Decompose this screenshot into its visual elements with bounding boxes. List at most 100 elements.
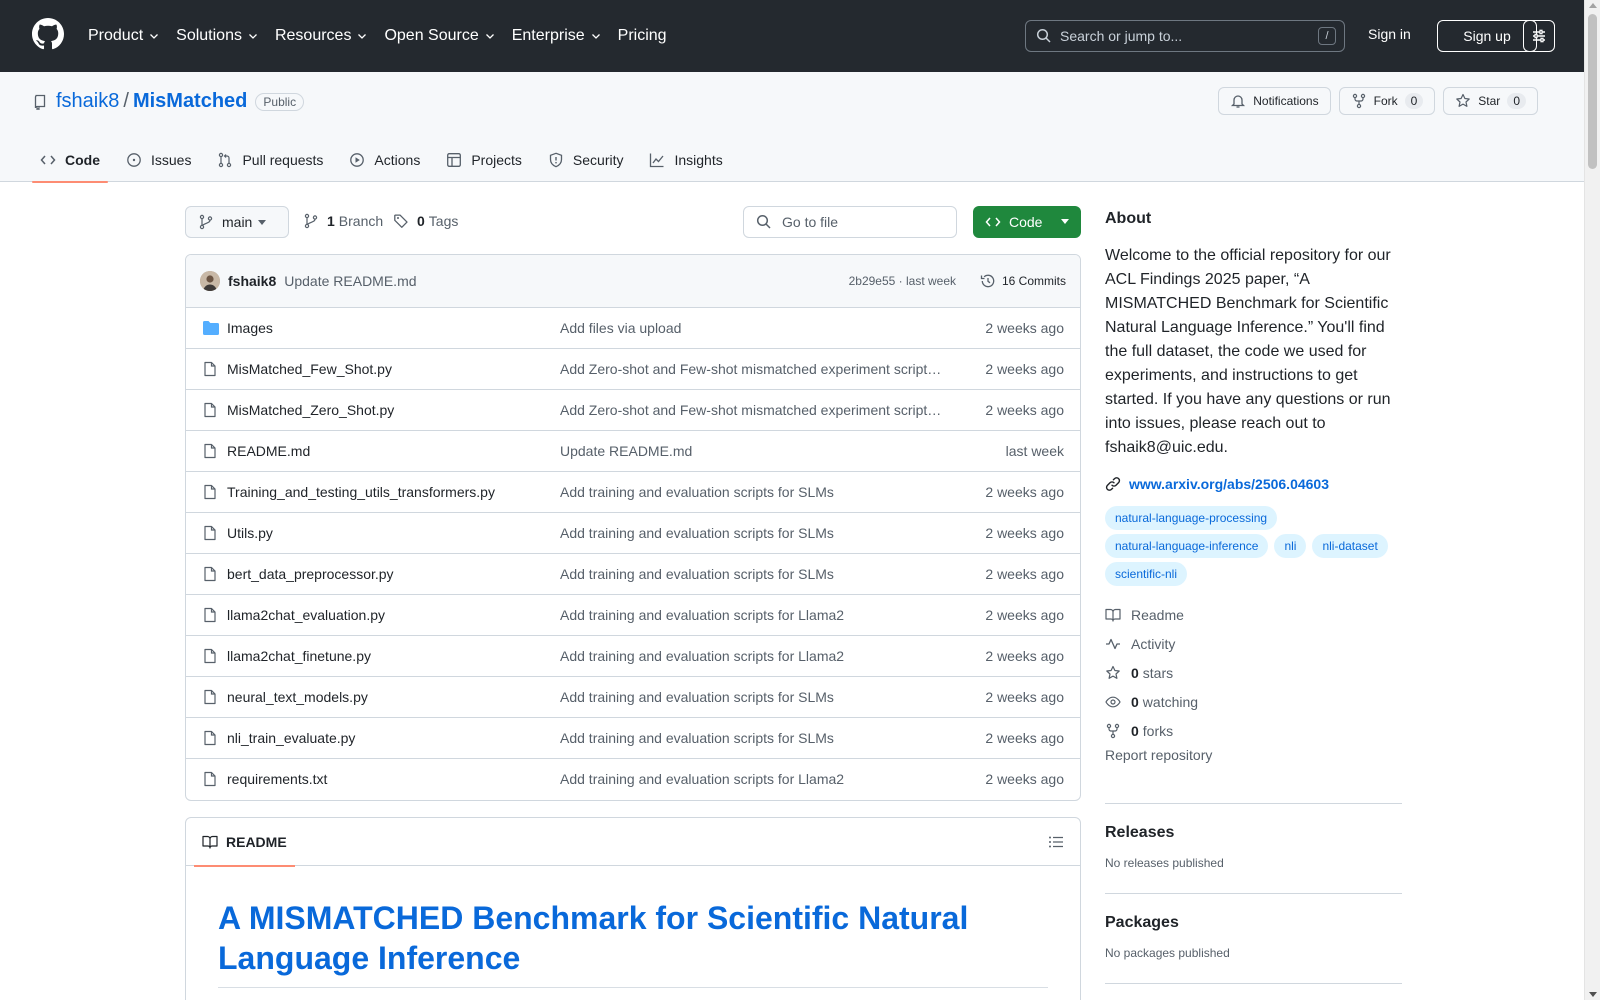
topic-tag[interactable]: nli-dataset: [1312, 534, 1388, 558]
file-row-images[interactable]: Images Add files via upload 2 weeks ago: [186, 308, 1080, 349]
file-commit-message[interactable]: Add training and evaluation scripts for …: [560, 648, 946, 664]
nav-product[interactable]: Product: [88, 22, 160, 50]
repo-name-link[interactable]: MisMatched: [133, 90, 247, 113]
releases-heading[interactable]: Releases: [1105, 824, 1402, 842]
tab-label: Insights: [674, 152, 723, 168]
file-row[interactable]: neural_text_models.py Add training and e…: [186, 677, 1080, 718]
fork-count: 0: [1404, 93, 1424, 109]
tab-actions[interactable]: Actions: [341, 138, 428, 182]
appearance-settings-button[interactable]: [1523, 20, 1555, 52]
file-name-link[interactable]: README.md: [227, 443, 310, 459]
file-name-link[interactable]: neural_text_models.py: [227, 689, 368, 705]
stars-link[interactable]: 0 stars: [1105, 658, 1402, 687]
avatar[interactable]: [200, 271, 220, 291]
watchers-link[interactable]: 0 watching: [1105, 687, 1402, 716]
file-commit-message[interactable]: Add training and evaluation scripts for …: [560, 607, 946, 623]
scrollbar-thumb[interactable]: [1588, 14, 1597, 169]
file-commit-message[interactable]: Add training and evaluation scripts for …: [560, 566, 946, 582]
file-row[interactable]: nli_train_evaluate.py Add training and e…: [186, 718, 1080, 759]
scroll-up-arrow-icon[interactable]: [1589, 3, 1597, 8]
readme-heading[interactable]: A MISMATCHED Benchmark for Scientific Na…: [218, 898, 1048, 978]
file-name-link[interactable]: requirements.txt: [227, 771, 327, 787]
scroll-down-arrow-icon[interactable]: [1589, 992, 1597, 997]
nav-solutions[interactable]: Solutions: [176, 22, 259, 50]
nav-resources[interactable]: Resources: [275, 22, 368, 50]
file-row[interactable]: requirements.txt Add training and evalua…: [186, 759, 1080, 800]
file-name-link[interactable]: Utils.py: [227, 525, 273, 541]
tab-pull-requests[interactable]: Pull requests: [209, 138, 331, 182]
file-name-link[interactable]: llama2chat_evaluation.py: [227, 607, 385, 623]
commit-author-link[interactable]: fshaik8: [228, 273, 276, 289]
tab-security[interactable]: Security: [540, 138, 632, 182]
search-input[interactable]: Search or jump to... /: [1025, 20, 1345, 52]
file-commit-message[interactable]: Add training and evaluation scripts for …: [560, 525, 946, 541]
branch-name: main: [222, 214, 253, 230]
forks-link[interactable]: 0 forks: [1105, 716, 1402, 745]
star-button[interactable]: Star 0: [1443, 87, 1538, 115]
topic-tag[interactable]: natural-language-inference: [1105, 534, 1269, 558]
file-row[interactable]: README.md Update README.md last week: [186, 431, 1080, 472]
github-logo-icon[interactable]: [32, 18, 64, 50]
file-commit-message[interactable]: Add training and evaluation scripts for …: [560, 484, 946, 500]
tags-link[interactable]: 0 Tags: [393, 213, 458, 229]
file-name-link[interactable]: nli_train_evaluate.py: [227, 730, 355, 746]
fork-button[interactable]: Fork 0: [1338, 87, 1436, 115]
file-name-link[interactable]: MisMatched_Few_Shot.py: [227, 361, 392, 377]
homepage-link[interactable]: www.arxiv.org/abs/2506.04603: [1105, 476, 1402, 492]
file-commit-message[interactable]: Update README.md: [560, 443, 946, 459]
nav-enterprise[interactable]: Enterprise: [512, 22, 602, 50]
go-to-file-input[interactable]: Go to file: [743, 206, 957, 238]
commit-hash-time[interactable]: 2b29e55 · last week: [849, 274, 956, 288]
branch-icon: [199, 214, 213, 230]
tab-insights[interactable]: Insights: [641, 138, 730, 182]
readme-tab[interactable]: README: [194, 818, 295, 867]
branches-link[interactable]: 1 Branch: [303, 213, 383, 229]
topic-tag[interactable]: scientific-nli: [1105, 562, 1188, 586]
file-commit-message[interactable]: Add Zero-shot and Few-shot mismatched ex…: [560, 361, 946, 377]
tab-projects[interactable]: Projects: [438, 138, 530, 182]
file-row[interactable]: Training_and_testing_utils_transformers.…: [186, 472, 1080, 513]
list-unordered-icon[interactable]: [1048, 834, 1064, 850]
file-commit-message[interactable]: Add training and evaluation scripts for …: [560, 689, 946, 705]
pulse-icon: [1106, 638, 1120, 649]
activity-link[interactable]: Activity: [1105, 629, 1402, 658]
file-name-link[interactable]: Training_and_testing_utils_transformers.…: [227, 484, 495, 500]
file-age: 2 weeks ago: [985, 402, 1064, 418]
nav-open-source[interactable]: Open Source: [384, 22, 495, 50]
packages-heading[interactable]: Packages: [1105, 914, 1402, 932]
sign-in-link[interactable]: Sign in: [1368, 26, 1411, 42]
topic-tag[interactable]: nli: [1274, 534, 1307, 558]
commit-message-link[interactable]: Update README.md: [284, 273, 416, 289]
file-name-link[interactable]: MisMatched_Zero_Shot.py: [227, 402, 394, 418]
file-icon: [204, 525, 216, 541]
file-row[interactable]: llama2chat_finetune.py Add training and …: [186, 636, 1080, 677]
readme-link[interactable]: Readme: [1105, 600, 1402, 629]
sign-up-button[interactable]: Sign up: [1437, 20, 1537, 52]
commits-history-link[interactable]: 16 Commits: [980, 273, 1066, 289]
file-commit-message[interactable]: Add training and evaluation scripts for …: [560, 771, 946, 787]
file-name-link[interactable]: Images: [227, 320, 273, 336]
file-row[interactable]: MisMatched_Few_Shot.py Add Zero-shot and…: [186, 349, 1080, 390]
file-row[interactable]: bert_data_preprocessor.py Add training a…: [186, 554, 1080, 595]
file-commit-message[interactable]: Add Zero-shot and Few-shot mismatched ex…: [560, 402, 946, 418]
file-commit-message[interactable]: Add training and evaluation scripts for …: [560, 730, 946, 746]
repo-owner-link[interactable]: fshaik8: [56, 90, 119, 113]
file-row[interactable]: MisMatched_Zero_Shot.py Add Zero-shot an…: [186, 390, 1080, 431]
topic-tag[interactable]: natural-language-processing: [1105, 506, 1278, 530]
tab-issues[interactable]: Issues: [118, 138, 199, 182]
code-dropdown-button[interactable]: Code: [973, 206, 1081, 238]
tab-code[interactable]: Code: [32, 138, 108, 183]
page-scrollbar[interactable]: [1584, 0, 1600, 1000]
branch-select-button[interactable]: main: [185, 206, 289, 238]
next-section-divider: [1105, 983, 1402, 984]
notifications-button[interactable]: Notifications: [1218, 87, 1331, 115]
report-repository-link[interactable]: Report repository: [1105, 747, 1402, 763]
file-name-link[interactable]: llama2chat_finetune.py: [227, 648, 371, 664]
file-row[interactable]: Utils.py Add training and evaluation scr…: [186, 513, 1080, 554]
file-commit-message[interactable]: Add files via upload: [560, 320, 946, 336]
file-name-link[interactable]: bert_data_preprocessor.py: [227, 566, 394, 582]
search-icon: [756, 214, 771, 229]
stars-count: 0: [1131, 664, 1139, 681]
file-row[interactable]: llama2chat_evaluation.py Add training an…: [186, 595, 1080, 636]
nav-pricing[interactable]: Pricing: [618, 22, 667, 50]
